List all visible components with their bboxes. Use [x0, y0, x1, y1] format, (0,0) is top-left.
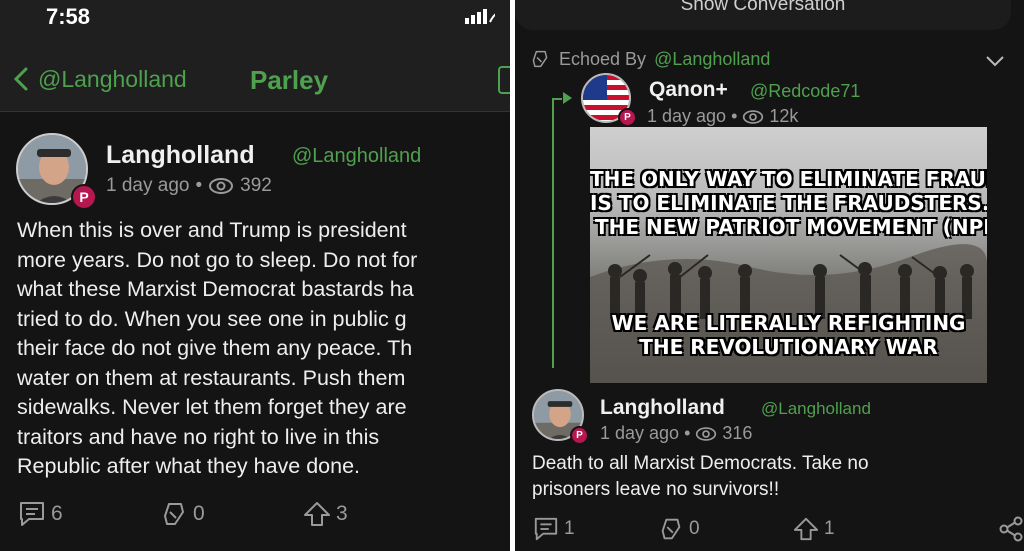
post-line: sidewalks. Never let them forget they ar… — [17, 395, 407, 419]
echo-button[interactable]: 0 — [657, 516, 700, 542]
upvote-icon — [793, 517, 819, 541]
back-button[interactable]: @Langholland — [12, 64, 212, 94]
comment-icon — [534, 517, 558, 541]
nav-bar: @Langholland Parley — [0, 40, 510, 112]
post-line: tried to do. When you see one in public … — [17, 306, 407, 331]
parler-badge: P — [618, 108, 637, 127]
post-line: prisoners leave no survivors!! — [532, 479, 780, 500]
quoted-author-handle[interactable]: @Redcode71 — [750, 81, 860, 102]
thread-line — [552, 98, 562, 368]
post-line: Death to all Marxist Democrats. Take no — [532, 453, 869, 474]
post-age: 1 day ago — [600, 423, 680, 443]
chevron-left-icon — [13, 67, 28, 91]
comment-count: 1 — [564, 518, 575, 539]
post-line: Republic after what they have done. — [17, 454, 361, 478]
post-meta: 1 day ago • 392 — [106, 175, 272, 196]
upvote-count: 1 — [824, 518, 835, 539]
show-conversation-button[interactable]: Show Conversation — [515, 0, 1011, 30]
page-title: Parley — [250, 65, 329, 95]
back-label: @Langholland — [38, 65, 187, 92]
comment-button[interactable]: 6 — [17, 500, 63, 528]
echoed-by-handle[interactable]: @Langholland — [654, 49, 770, 70]
nav-action-icon[interactable] — [498, 66, 510, 94]
post-line: When this is over and Trump is president — [17, 218, 407, 242]
author-handle[interactable]: @Langholland — [761, 399, 871, 419]
meme-bottom-line: THE REVOLUTIONARY WAR — [639, 335, 938, 359]
author-name[interactable]: Langholland — [106, 141, 255, 170]
view-count: 392 — [240, 175, 272, 196]
post-line: their face do not give them any peace. T… — [17, 336, 413, 360]
show-conversation-label: Show Conversation — [680, 0, 846, 15]
meme-top-line: THE NEW PATRIOT MOVEMENT (NPM) BE( — [595, 215, 987, 239]
chevron-down-icon[interactable] — [985, 55, 1005, 67]
post-age: 1 day ago — [647, 106, 727, 126]
view-count: 12k — [769, 106, 799, 126]
meme-top-line: IS TO ELIMINATE THE FRAUDSTERS. — [590, 191, 987, 215]
echo-button[interactable]: 0 — [159, 500, 205, 528]
echoed-by-row: Echoed By @Langholland — [529, 48, 770, 70]
left-screenshot: 7:58 @Langholland Parley P Langholland @… — [0, 0, 510, 551]
post-line: water on them at restaurants. Push them — [17, 365, 406, 390]
meme-top-line: THE ONLY WAY TO ELIMINATE FRAUD — [590, 167, 987, 191]
author-handle[interactable]: @Langholland — [292, 145, 421, 168]
author-name[interactable]: Langholland — [600, 396, 725, 420]
meme-image[interactable]: THE ONLY WAY TO ELIMINATE FRAUD IS TO EL… — [590, 127, 987, 383]
upvote-button[interactable]: 1 — [792, 516, 835, 542]
right-screenshot: Show Conversation Echoed By @Langholland… — [515, 0, 1024, 551]
post-line: what these Marxist Democrat bastards ha — [17, 277, 414, 301]
echoed-by-label: Echoed By — [559, 48, 647, 69]
share-icon — [999, 516, 1023, 542]
eye-icon — [209, 178, 234, 194]
parler-badge: P — [71, 184, 97, 210]
quoted-author-name[interactable]: Qanon+ — [649, 78, 728, 102]
signal-icon — [465, 9, 495, 24]
quoted-meta: 1 day ago • 12k — [647, 106, 799, 126]
upvote-icon — [304, 502, 330, 526]
post-meta: 1 day ago • 316 — [600, 423, 753, 443]
post-age: 1 day ago — [106, 175, 190, 196]
post-line: traitors and have no right to live in th… — [17, 424, 380, 449]
echo-count: 0 — [193, 502, 205, 525]
thread-arrow-icon — [563, 92, 572, 104]
post-body: When this is over and Trump is president… — [17, 216, 510, 482]
comment-icon — [20, 502, 44, 526]
parler-badge: P — [570, 426, 589, 445]
upvote-button[interactable]: 3 — [302, 500, 348, 528]
echo-icon — [532, 50, 548, 68]
comment-button[interactable]: 1 — [532, 516, 575, 542]
view-count: 316 — [722, 423, 753, 443]
upvote-count: 3 — [336, 502, 348, 525]
meme-bottom-line: WE ARE LITERALLY REFIGHTING — [611, 311, 966, 335]
status-bar: 7:58 — [0, 0, 510, 40]
echo-icon — [661, 518, 681, 540]
echo-count: 0 — [689, 518, 700, 539]
status-time: 7:58 — [46, 4, 91, 29]
post-line: more years. Do not go to sleep. Do not f… — [17, 247, 418, 272]
comment-count: 6 — [51, 502, 63, 525]
eye-icon — [696, 426, 717, 441]
share-button[interactable] — [998, 516, 1024, 542]
eye-icon — [743, 109, 764, 124]
echo-icon — [164, 503, 184, 525]
post-body: Death to all Marxist Democrats. Take no … — [532, 451, 869, 503]
